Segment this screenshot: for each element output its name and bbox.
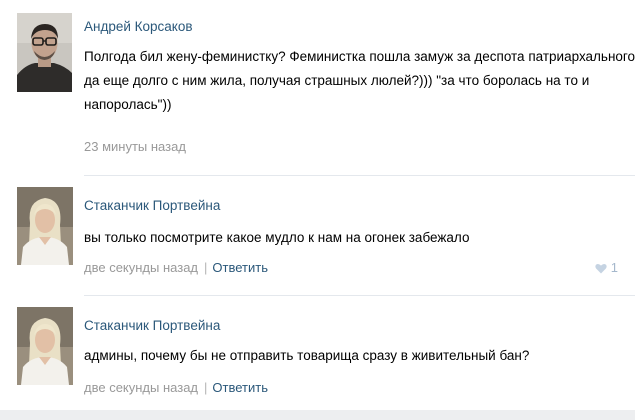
comment-meta: две секунды назад | Ответить bbox=[84, 260, 268, 275]
author-avatar[interactable] bbox=[17, 13, 72, 92]
comment-text: админы, почему бы не отправить товарища … bbox=[84, 344, 624, 368]
comment-text-line: да еще долго с ним жила, получая страшны… bbox=[84, 73, 590, 88]
comment-text-line: напоролась")) bbox=[84, 97, 172, 112]
female-avatar-photo bbox=[17, 307, 73, 385]
comment-timestamp-link[interactable]: две секунды назад bbox=[84, 380, 198, 395]
meta-separator: | bbox=[204, 380, 208, 395]
female-avatar-photo bbox=[17, 187, 73, 265]
author-avatar[interactable] bbox=[17, 187, 73, 265]
heart-icon bbox=[595, 262, 607, 277]
comment-divider bbox=[84, 295, 635, 296]
author-avatar[interactable] bbox=[17, 307, 73, 385]
comment-text: Полгода бил жену-феминистку? Феминистка … bbox=[84, 45, 635, 117]
male-avatar-photo bbox=[17, 13, 72, 92]
comment-divider bbox=[84, 175, 635, 176]
reply-link[interactable]: Ответить bbox=[212, 380, 268, 395]
comments-page: Андрей Корсаков Полгода бил жену-феминис… bbox=[0, 0, 635, 420]
comments-footer-bar bbox=[0, 410, 635, 420]
like-button[interactable]: 1 bbox=[595, 260, 618, 277]
comment-meta: две секунды назад | Ответить bbox=[84, 380, 268, 395]
comment-author-link[interactable]: Стаканчик Портвейна bbox=[84, 198, 220, 213]
like-count: 1 bbox=[610, 260, 618, 275]
comment-author-link[interactable]: Андрей Корсаков bbox=[84, 19, 193, 34]
comment-timestamp-link[interactable]: 23 минуты назад bbox=[84, 139, 186, 154]
comment-text: вы только посмотрите какое мудло к нам н… bbox=[84, 226, 624, 250]
comment-text-line: Полгода бил жену-феминистку? Феминистка … bbox=[84, 49, 635, 64]
comment-meta: 23 минуты назад bbox=[84, 139, 186, 154]
comment-text-line: админы, почему бы не отправить товарища … bbox=[84, 348, 530, 363]
comment-text-line: вы только посмотрите какое мудло к нам н… bbox=[84, 230, 470, 245]
comment-timestamp-link[interactable]: две секунды назад bbox=[84, 260, 198, 275]
comment-author-link[interactable]: Стаканчик Портвейна bbox=[84, 318, 220, 333]
reply-link[interactable]: Ответить bbox=[212, 260, 268, 275]
meta-separator: | bbox=[204, 260, 208, 275]
